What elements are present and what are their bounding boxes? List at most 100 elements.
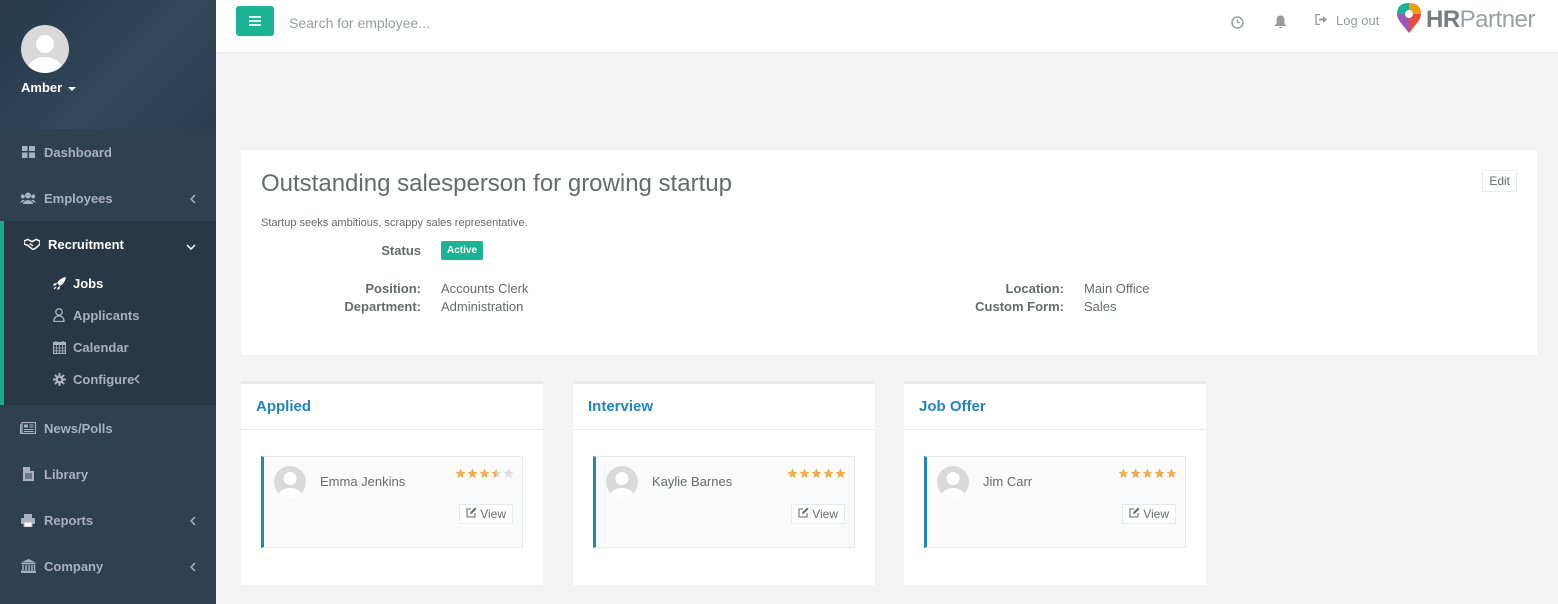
stage-column-applied: Applied Emma Jenkins View xyxy=(241,381,543,585)
chevron-down-icon xyxy=(186,238,196,253)
sidebar-item-dashboard[interactable]: Dashboard xyxy=(0,129,216,175)
star-icon[interactable] xyxy=(491,468,502,479)
sidebar-item-company[interactable]: Company xyxy=(0,543,216,589)
applicant-name: Kaylie Barnes xyxy=(652,474,733,489)
hamburger-icon xyxy=(249,14,261,29)
user-icon xyxy=(52,308,66,322)
sidebar-subitem-applicants[interactable]: Applicants xyxy=(0,299,216,331)
sidebar-item-label: News/Polls xyxy=(44,420,113,436)
chevron-left-icon xyxy=(189,192,196,207)
sidebar-item-employees[interactable]: Employees xyxy=(0,175,216,221)
star-icon[interactable] xyxy=(479,468,490,479)
edit-job-button[interactable]: Edit xyxy=(1482,170,1517,192)
applicant-avatar xyxy=(937,466,969,498)
location-value: Main Office xyxy=(1084,281,1150,296)
star-icon[interactable] xyxy=(1130,468,1141,479)
star-icon[interactable] xyxy=(503,468,514,479)
gear-icon xyxy=(52,372,66,386)
view-applicant-button[interactable]: View xyxy=(791,504,845,524)
edit-icon xyxy=(798,507,809,521)
star-icon[interactable] xyxy=(823,468,834,479)
applicant-avatar xyxy=(606,466,638,498)
sidebar-subitem-label: Jobs xyxy=(73,275,104,291)
department-label: Department: xyxy=(344,299,421,314)
sidebar-item-label: Company xyxy=(44,558,104,574)
sign-out-icon xyxy=(1315,13,1328,28)
logout-label: Log out xyxy=(1336,13,1380,28)
sidebar-toggle-button[interactable] xyxy=(236,6,274,36)
star-icon[interactable] xyxy=(787,468,798,479)
users-icon xyxy=(20,191,36,205)
custom-form-value: Sales xyxy=(1084,299,1117,314)
brand-logo: HRPartner xyxy=(1396,2,1535,37)
edit-icon xyxy=(1129,507,1140,521)
profile-header: Amber xyxy=(0,0,216,129)
bank-icon xyxy=(20,559,36,573)
star-icon[interactable] xyxy=(1118,468,1129,479)
bell-icon[interactable] xyxy=(1272,14,1288,30)
job-description: Startup seeks ambitious, scrappy sales r… xyxy=(261,217,528,229)
clock-icon[interactable] xyxy=(1229,14,1245,30)
employee-search-input[interactable] xyxy=(289,10,789,36)
newspaper-icon xyxy=(20,421,36,435)
user-menu-toggle[interactable]: Amber xyxy=(21,80,77,95)
custom-form-label: Custom Form: xyxy=(975,299,1064,314)
applicant-avatar xyxy=(274,466,306,498)
applicant-card[interactable]: Kaylie Barnes View xyxy=(593,456,855,548)
handshake-icon xyxy=(24,237,40,251)
star-icon[interactable] xyxy=(799,468,810,479)
star-icon[interactable] xyxy=(835,468,846,479)
sidebar-item-reports[interactable]: Reports xyxy=(0,497,216,543)
star-icon[interactable] xyxy=(455,468,466,479)
sidebar-subitem-jobs[interactable]: Jobs xyxy=(0,267,216,299)
sidebar-item-label: Dashboard xyxy=(44,144,112,160)
stage-column-interview: Interview Kaylie Barnes View xyxy=(573,381,875,585)
sidebar-item-recruitment[interactable]: Recruitment xyxy=(0,221,216,267)
sidebar-item-label: Recruitment xyxy=(48,236,124,252)
applicant-rating[interactable] xyxy=(455,468,514,479)
sidebar-subitem-label: Applicants xyxy=(73,307,140,323)
status-label: Status xyxy=(381,243,421,258)
star-icon[interactable] xyxy=(467,468,478,479)
stage-title: Interview xyxy=(588,398,654,415)
sidebar-item-news-polls[interactable]: News/Polls xyxy=(0,405,216,451)
sidebar-item-label: Library xyxy=(44,466,89,482)
edit-icon xyxy=(466,507,477,521)
applicant-card[interactable]: Emma Jenkins View xyxy=(261,456,523,548)
rocket-icon xyxy=(52,276,66,290)
sidebar-item-label: Employees xyxy=(44,190,113,206)
stage-column-job-offer: Job Offer Jim Carr View xyxy=(904,381,1206,585)
sidebar-subitem-calendar[interactable]: Calendar xyxy=(0,331,216,363)
job-title: Outstanding salesperson for growing star… xyxy=(261,170,732,197)
view-applicant-button[interactable]: View xyxy=(1122,504,1176,524)
user-name: Amber xyxy=(21,80,63,95)
top-navbar: Log out HRPartner xyxy=(216,0,1558,53)
star-icon[interactable] xyxy=(1166,468,1177,479)
brand-name: HRPartner xyxy=(1426,6,1535,34)
star-icon[interactable] xyxy=(1154,468,1165,479)
sidebar-item-library[interactable]: Library xyxy=(0,451,216,497)
sidebar-subitem-label: Configure xyxy=(73,371,135,387)
calendar-icon xyxy=(52,340,66,354)
status-badge: Active xyxy=(441,241,484,260)
caret-down-icon xyxy=(68,86,77,91)
print-icon xyxy=(20,513,36,527)
sidebar-subitem-configure[interactable]: Configure xyxy=(0,363,216,395)
stage-title: Job Offer xyxy=(919,398,986,415)
chevron-left-icon xyxy=(189,514,196,529)
department-value: Administration xyxy=(441,299,524,314)
dashboard-icon xyxy=(20,145,36,159)
user-avatar[interactable] xyxy=(21,25,69,73)
chevron-left-icon xyxy=(134,372,140,387)
applicant-rating[interactable] xyxy=(1118,468,1177,479)
applicant-rating[interactable] xyxy=(787,468,846,479)
chevron-left-icon xyxy=(189,560,196,575)
applicant-name: Jim Carr xyxy=(983,474,1033,489)
logout-link[interactable]: Log out xyxy=(1315,13,1379,28)
star-icon[interactable] xyxy=(811,468,822,479)
applicant-card[interactable]: Jim Carr View xyxy=(924,456,1186,548)
view-applicant-button[interactable]: View xyxy=(459,504,513,524)
position-label: Position: xyxy=(365,281,421,296)
puzzle-pin-icon xyxy=(1396,2,1422,37)
star-icon[interactable] xyxy=(1142,468,1153,479)
